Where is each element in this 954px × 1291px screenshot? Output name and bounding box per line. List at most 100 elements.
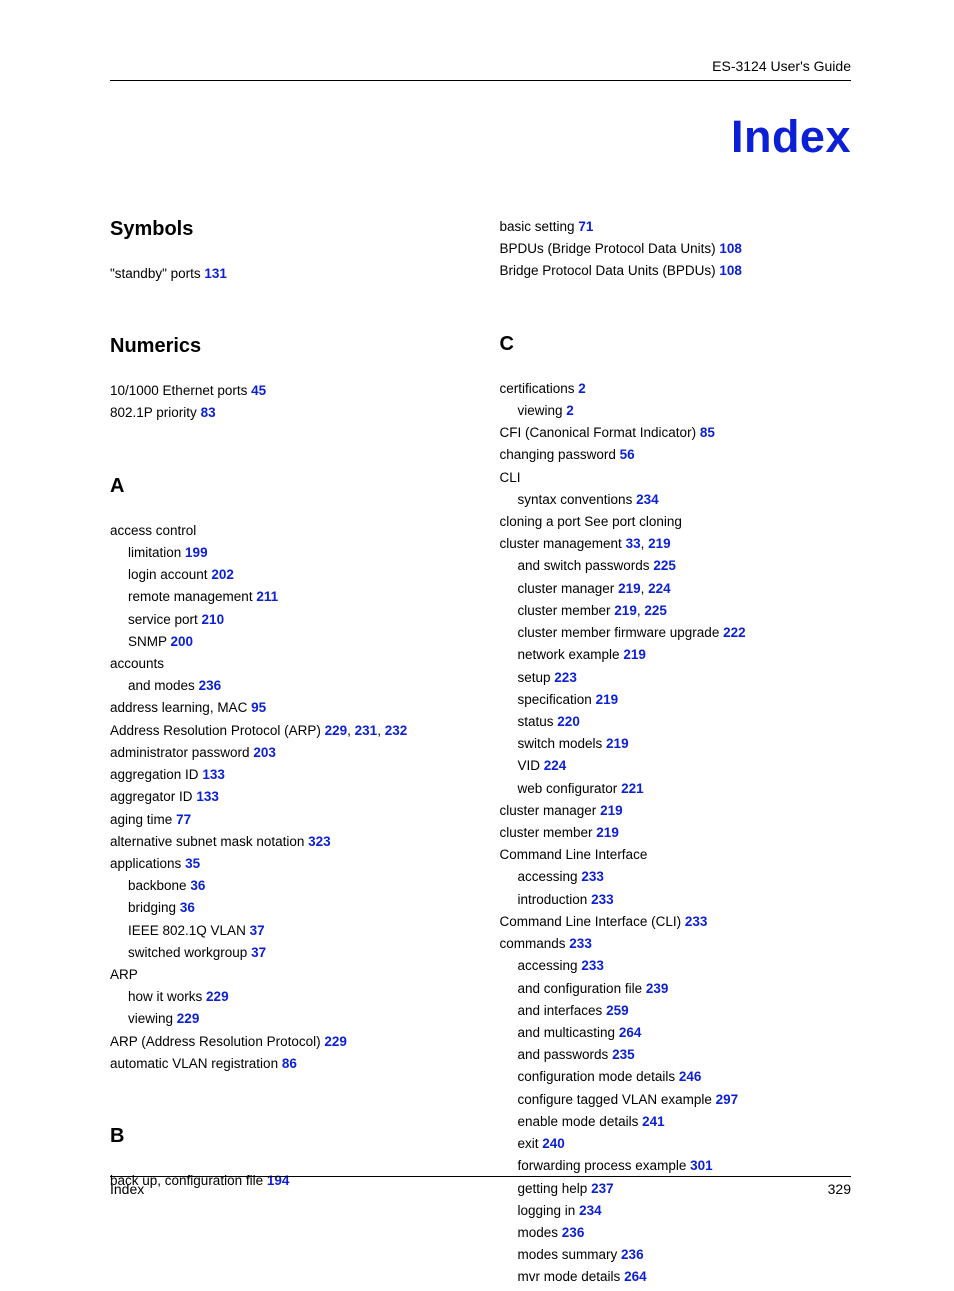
index-entry: syntax conventions 234 [500, 491, 852, 509]
index-entry: 10/1000 Ethernet ports 45 [110, 382, 462, 400]
index-entry: aging time 77 [110, 811, 462, 829]
page-ref-link[interactable]: 229 [325, 723, 348, 738]
page-ref-link[interactable]: 37 [250, 923, 265, 938]
index-entry-text: logging in [518, 1203, 576, 1218]
page-ref-link[interactable]: 202 [211, 567, 234, 582]
page-ref-link[interactable]: 37 [251, 945, 266, 960]
page-ref-link[interactable]: 240 [542, 1136, 565, 1151]
index-entry-text: service port [128, 612, 198, 627]
page-ref-link[interactable]: 85 [700, 425, 715, 440]
page-ref-link[interactable]: 86 [282, 1056, 297, 1071]
page-ref-link[interactable]: 95 [251, 700, 266, 715]
index-entry: commands 233 [500, 935, 852, 953]
page-ref-link[interactable]: 246 [679, 1069, 702, 1084]
page-ref-link[interactable]: 233 [581, 869, 604, 884]
page-ref-link[interactable]: 236 [621, 1247, 644, 1262]
page-ref-link[interactable]: 234 [636, 492, 659, 507]
page-ref-link[interactable]: 200 [171, 634, 194, 649]
index-entry-text: and switch passwords [518, 558, 650, 573]
page-ref-link[interactable]: 223 [554, 670, 577, 685]
page-ref-link[interactable]: 229 [206, 989, 229, 1004]
page-ref-link[interactable]: 77 [176, 812, 191, 827]
page-ref-link[interactable]: 231 [355, 723, 378, 738]
index-entry-text: how it works [128, 989, 202, 1004]
page-ref-link[interactable]: 2 [566, 403, 574, 418]
page-ref-link[interactable]: 219 [596, 825, 619, 840]
page-ref-link[interactable]: 222 [723, 625, 746, 640]
page-ref-link[interactable]: 2 [578, 381, 586, 396]
page-ref-link[interactable]: 224 [648, 581, 671, 596]
index-entry-text: BPDUs (Bridge Protocol Data Units) [500, 241, 716, 256]
header-rule [110, 80, 851, 81]
page-ref-link[interactable]: 211 [256, 589, 278, 604]
page-ref-link[interactable]: 108 [719, 241, 742, 256]
page-ref-link[interactable]: 199 [185, 545, 208, 560]
page-ref-link[interactable]: 225 [653, 558, 676, 573]
page-ref-link[interactable]: 239 [646, 981, 669, 996]
index-entry-text: exit [518, 1136, 539, 1151]
section-head-b: B [110, 1125, 462, 1148]
page-ref-link[interactable]: 224 [544, 758, 567, 773]
page-ref-link[interactable]: 225 [644, 603, 667, 618]
page-ref-link[interactable]: 219 [596, 692, 619, 707]
page-ref-link[interactable]: 264 [619, 1025, 642, 1040]
index-entry: aggregation ID 133 [110, 766, 462, 784]
page-ref-link[interactable]: 131 [204, 266, 227, 281]
page-ref-link[interactable]: 219 [623, 647, 646, 662]
index-entry: and multicasting 264 [500, 1024, 852, 1042]
page-ref-link[interactable]: 323 [308, 834, 331, 849]
page-ref-link[interactable]: 264 [624, 1269, 647, 1284]
index-entry: "standby" ports 131 [110, 265, 462, 283]
page-ref-link[interactable]: 236 [562, 1225, 585, 1240]
page-ref-link[interactable]: 229 [324, 1034, 347, 1049]
index-entry-text: remote management [128, 589, 253, 604]
page-ref-link[interactable]: 241 [642, 1114, 665, 1129]
index-entry: network example 219 [500, 646, 852, 664]
page-ref-link[interactable]: 233 [581, 958, 604, 973]
index-entry: remote management 211 [110, 588, 462, 606]
page-ref-link[interactable]: 219 [648, 536, 671, 551]
page-ref-link[interactable]: 36 [190, 878, 205, 893]
page-ref-link[interactable]: 259 [606, 1003, 629, 1018]
page-ref-link[interactable]: 45 [251, 383, 266, 398]
page-ref-link[interactable]: 36 [180, 900, 195, 915]
index-entry: and switch passwords 225 [500, 557, 852, 575]
section-body-numerics: 10/1000 Ethernet ports 45802.1P priority… [110, 382, 462, 422]
index-entry: IEEE 802.1Q VLAN 37 [110, 922, 462, 940]
page-ref-link[interactable]: 232 [385, 723, 408, 738]
page-ref-link[interactable]: 210 [202, 612, 225, 627]
index-entry: switch models 219 [500, 735, 852, 753]
page-ref-link[interactable]: 133 [196, 789, 219, 804]
index-columns: Symbols "standby" ports 131 Numerics 10/… [110, 218, 851, 1291]
page-ref-link[interactable]: 301 [690, 1158, 713, 1173]
page-ref-link[interactable]: 56 [620, 447, 635, 462]
page-ref-link[interactable]: 108 [719, 263, 742, 278]
page-ref-link[interactable]: 133 [202, 767, 225, 782]
page-ref-link[interactable]: 220 [557, 714, 580, 729]
page-ref-link[interactable]: 203 [253, 745, 276, 760]
index-entry-text: access control [110, 523, 196, 538]
index-entry-text: modes summary [518, 1247, 618, 1262]
index-entry-text: alternative subnet mask notation [110, 834, 304, 849]
page-ref-link[interactable]: 219 [614, 603, 637, 618]
page-ref-link[interactable]: 235 [612, 1047, 635, 1062]
page-ref-link[interactable]: 233 [685, 914, 708, 929]
page-ref-link[interactable]: 71 [578, 219, 593, 234]
page-ref-link[interactable]: 234 [579, 1203, 602, 1218]
index-entry: Bridge Protocol Data Units (BPDUs) 108 [500, 262, 852, 280]
page-ref-link[interactable]: 233 [591, 892, 614, 907]
page-ref-link[interactable]: 297 [716, 1092, 739, 1107]
page-ref-link[interactable]: 83 [201, 405, 216, 420]
page-ref-link[interactable]: 221 [621, 781, 644, 796]
page-ref-link[interactable]: 219 [606, 736, 629, 751]
page-ref-link[interactable]: 35 [185, 856, 200, 871]
page-ref-link[interactable]: 219 [600, 803, 623, 818]
page-ref-link[interactable]: 233 [569, 936, 592, 951]
page-ref-link[interactable]: 219 [618, 581, 641, 596]
index-entry-text: cluster manager [518, 581, 615, 596]
page-ref-link[interactable]: 229 [177, 1011, 200, 1026]
page-ref-link[interactable]: 236 [199, 678, 222, 693]
header-guide: ES-3124 User's Guide [110, 58, 851, 74]
page-ref-link[interactable]: 33 [626, 536, 641, 551]
index-entry: limitation 199 [110, 544, 462, 562]
